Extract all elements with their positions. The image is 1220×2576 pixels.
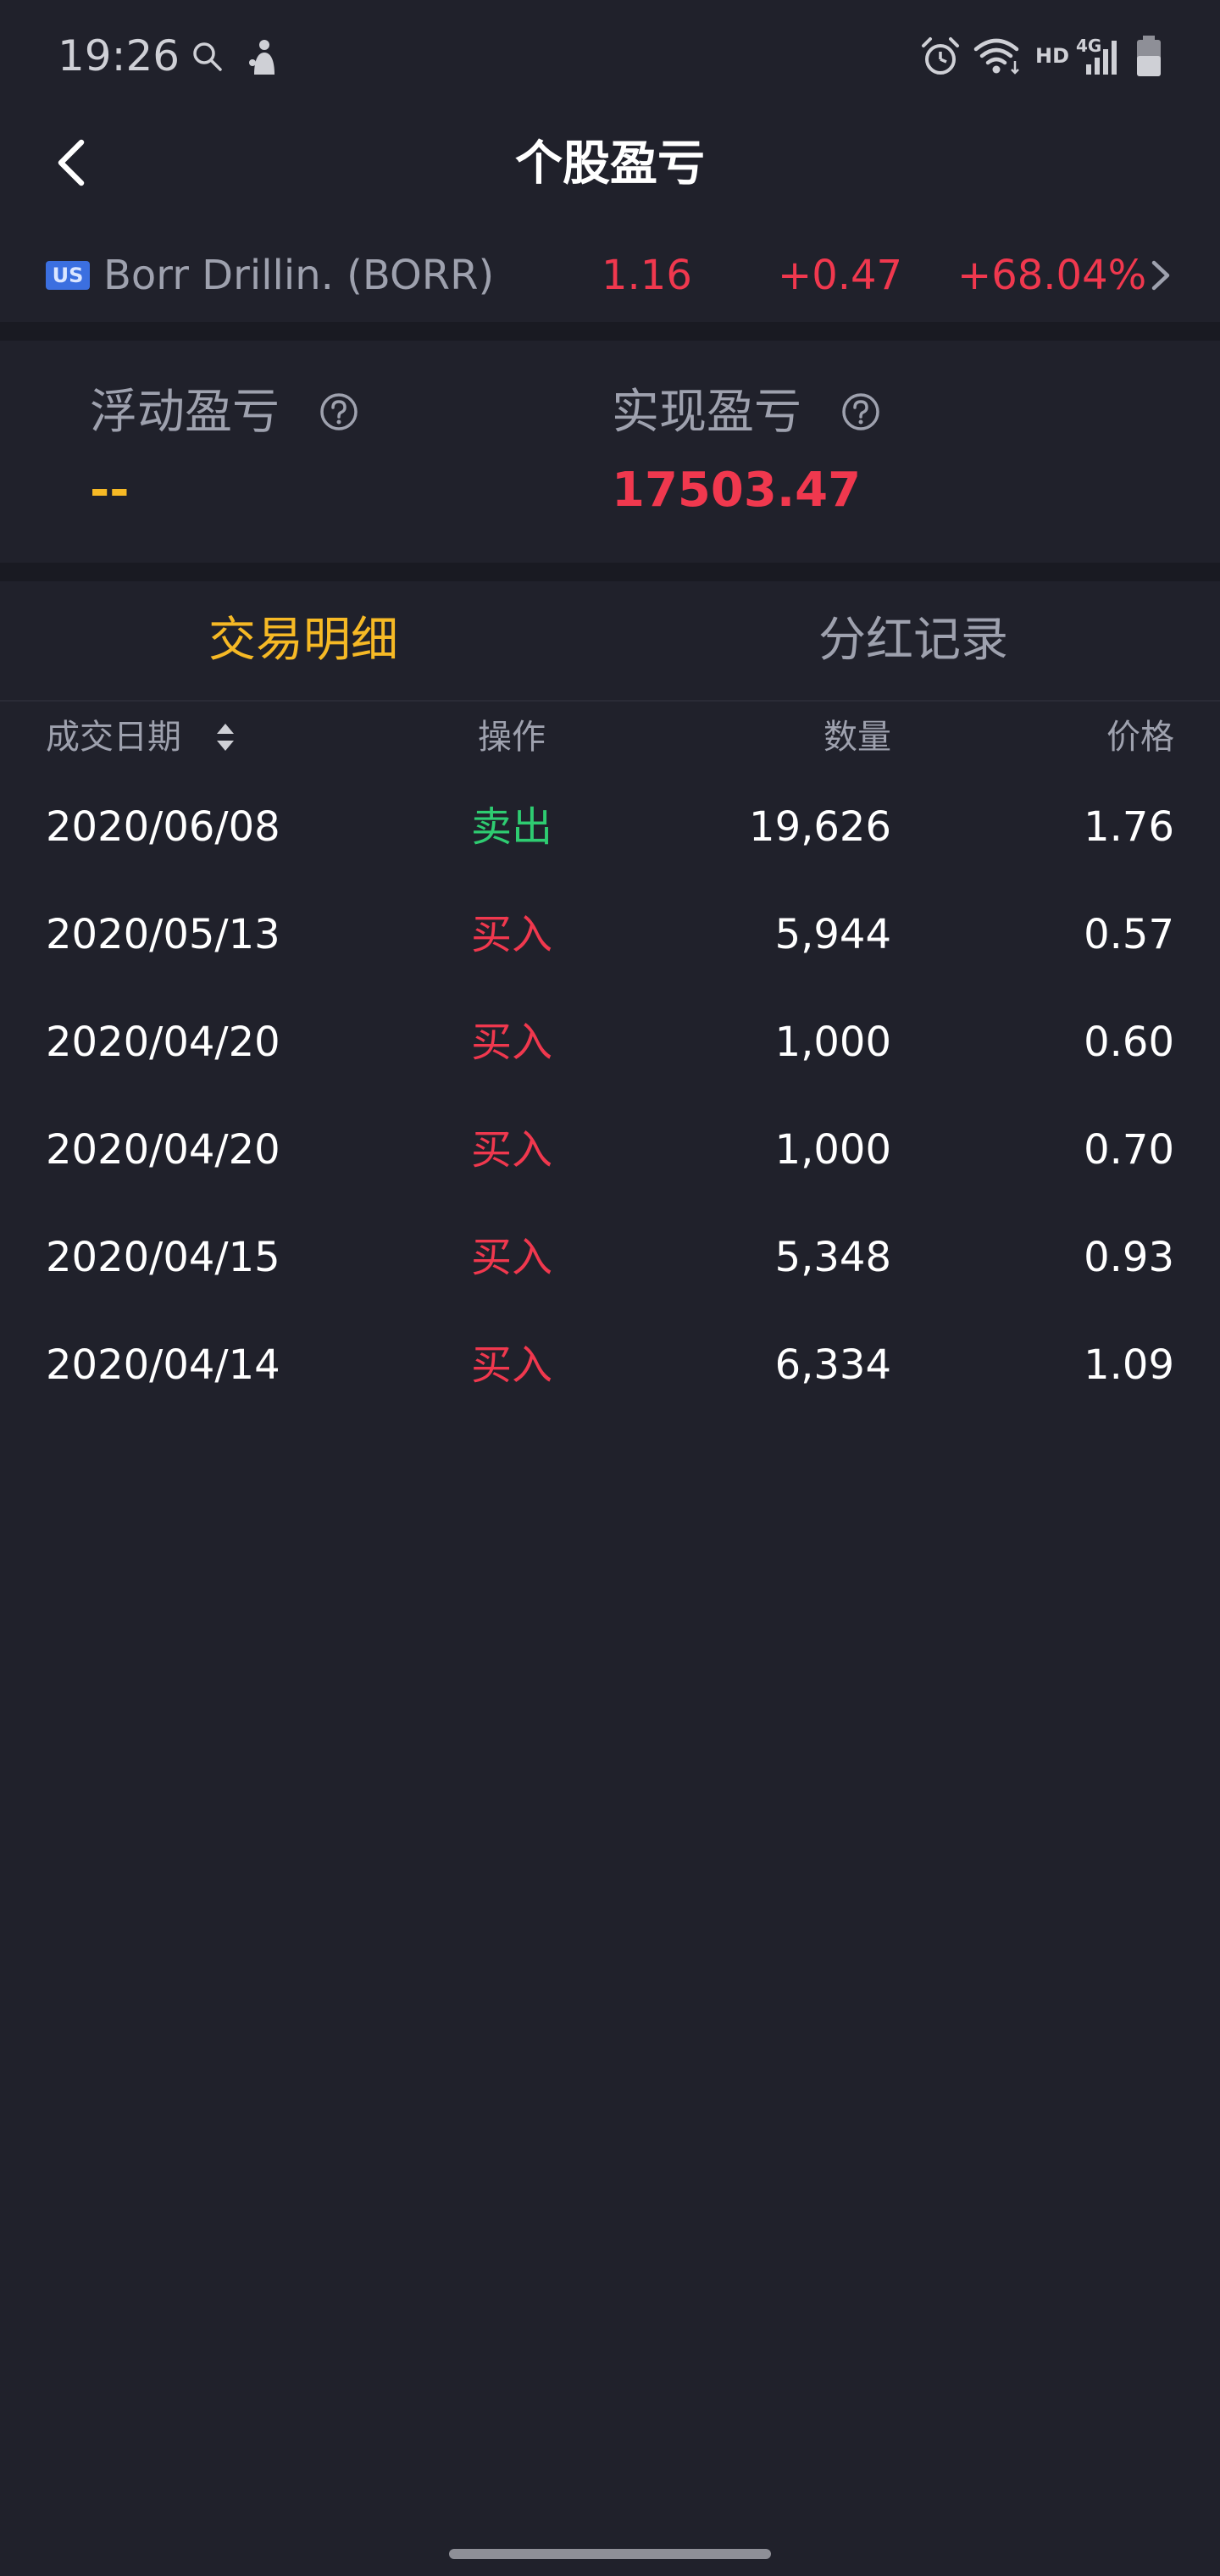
stock-price: 1.16 xyxy=(602,252,692,299)
table-row: 2020/05/13 买入 5,944 0.57 xyxy=(0,880,1220,988)
row-price: 0.60 xyxy=(1084,1019,1174,1066)
row-price: 0.93 xyxy=(1084,1234,1174,1281)
column-header-operation: 操作 xyxy=(478,718,546,757)
nav-bar: 个股盈亏 xyxy=(0,110,1220,212)
stock-change: +0.47 xyxy=(778,252,903,299)
row-quantity: 19,626 xyxy=(749,803,891,851)
page-title: 个股盈亏 xyxy=(515,136,705,192)
realized-pnl-label: 实现盈亏 xyxy=(612,385,801,440)
column-header-price: 价格 xyxy=(1106,718,1174,757)
table-row: 2020/04/20 买入 1,000 0.70 xyxy=(0,1096,1220,1203)
row-price: 0.70 xyxy=(1084,1126,1174,1174)
tab-divider xyxy=(0,700,1220,702)
battery-icon xyxy=(1137,36,1161,76)
wifi-icon xyxy=(973,38,1019,75)
signal-strength-icon xyxy=(1086,41,1117,75)
chevron-right-icon xyxy=(1151,260,1170,291)
row-price: 0.57 xyxy=(1084,911,1174,958)
home-indicator[interactable] xyxy=(449,2549,771,2559)
row-operation: 买入 xyxy=(471,1341,553,1389)
section-divider xyxy=(0,563,1220,581)
table-row: 2020/04/20 买入 1,000 0.60 xyxy=(0,988,1220,1096)
tab-dividend-records[interactable]: 分红记录 xyxy=(818,607,1008,675)
row-date: 2020/05/13 xyxy=(46,911,280,958)
market-badge: US xyxy=(46,261,90,290)
row-operation: 买入 xyxy=(471,1019,553,1066)
row-operation: 买入 xyxy=(471,1126,553,1174)
row-quantity: 6,334 xyxy=(774,1341,891,1389)
row-quantity: 5,944 xyxy=(774,911,891,958)
column-header-quantity: 数量 xyxy=(824,718,891,757)
stock-name: Borr Drillin. (BORR) xyxy=(103,252,495,299)
search-icon xyxy=(193,42,222,71)
row-price: 1.76 xyxy=(1084,803,1174,851)
table-row: 2020/06/08 卖出 19,626 1.76 xyxy=(0,773,1220,880)
row-date: 2020/04/20 xyxy=(46,1126,280,1174)
help-icon[interactable] xyxy=(840,391,881,432)
row-date: 2020/04/15 xyxy=(46,1234,280,1281)
notification-app-icon xyxy=(249,40,274,75)
row-date: 2020/04/14 xyxy=(46,1341,280,1389)
floating-pnl-label: 浮动盈亏 xyxy=(90,385,280,440)
table-row: 2020/04/15 买入 5,348 0.93 xyxy=(0,1203,1220,1311)
stock-change-percent: +68.04% xyxy=(957,252,1147,299)
row-operation: 买入 xyxy=(471,1234,553,1281)
floating-pnl-value: -- xyxy=(90,463,130,518)
status-time: 19:26 xyxy=(58,31,180,80)
row-date: 2020/06/08 xyxy=(46,803,280,851)
network-type-label: HD xyxy=(1035,44,1070,68)
row-operation: 卖出 xyxy=(471,803,553,851)
stock-summary-row[interactable]: US Borr Drillin. (BORR) 1.16 +0.47 +68.0… xyxy=(0,237,1220,314)
alarm-icon xyxy=(922,37,959,75)
row-quantity: 1,000 xyxy=(774,1126,891,1174)
row-operation: 买入 xyxy=(471,911,553,958)
column-header-date[interactable]: 成交日期 xyxy=(46,712,181,763)
sort-icon[interactable] xyxy=(215,722,236,752)
row-quantity: 5,348 xyxy=(774,1234,891,1281)
row-date: 2020/04/20 xyxy=(46,1019,280,1066)
table-row: 2020/04/14 买入 6,334 1.09 xyxy=(0,1311,1220,1418)
section-divider xyxy=(0,322,1220,341)
row-quantity: 1,000 xyxy=(774,1019,891,1066)
tab-trade-details[interactable]: 交易明细 xyxy=(208,607,398,675)
status-bar: 19:26 HD 4G xyxy=(0,0,1220,110)
help-icon[interactable] xyxy=(319,391,359,432)
realized-pnl-value: 17503.47 xyxy=(612,463,862,518)
row-price: 1.09 xyxy=(1084,1341,1174,1389)
